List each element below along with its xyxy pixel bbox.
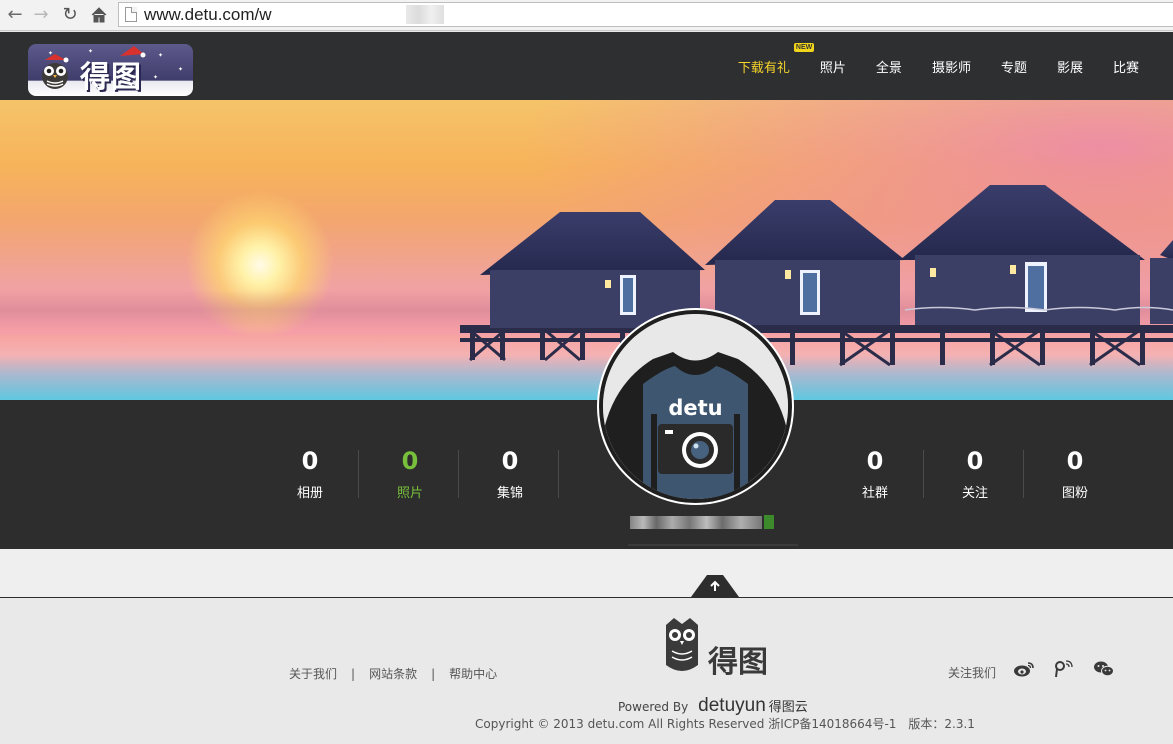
stat-fans[interactable]: 0 图粉	[1025, 444, 1125, 501]
reload-icon[interactable]: ↻	[59, 4, 81, 26]
footer-link-terms[interactable]: 网站条款	[369, 665, 417, 682]
powered-by: Powered By detuyun 得图云	[618, 695, 808, 717]
url-text[interactable]: www.detu.com/w	[144, 5, 272, 25]
stat-albums[interactable]: 0 相册	[260, 444, 360, 501]
stat-groups[interactable]: 0 社群	[825, 444, 925, 501]
divider	[458, 450, 459, 498]
nav-exhibitions[interactable]: 影展	[1057, 57, 1083, 76]
site-logo[interactable]: ✦ ✦ ✦ ✦ ✦ 得图	[28, 44, 193, 96]
wechat-icon[interactable]	[1093, 660, 1115, 678]
main-nav: 下载有礼 NEW 照片 全景 摄影师 专题 影展 比赛	[708, 32, 1173, 100]
stat-label: 照片	[396, 486, 423, 501]
santa-hat-icon	[120, 46, 146, 58]
stat-value: 0	[401, 447, 419, 475]
divider	[558, 450, 559, 498]
new-badge: NEW	[793, 42, 815, 52]
copyright-text: Copyright © 2013 detu.com All Rights Res…	[475, 717, 975, 731]
page-icon	[125, 7, 137, 22]
stat-value: 0	[966, 447, 984, 475]
logo-text: 得图	[80, 60, 142, 95]
follow-us-label: 关注我们	[948, 666, 997, 680]
nav-photographers[interactable]: 摄影师	[932, 57, 971, 76]
nav-topics[interactable]: 专题	[1001, 57, 1027, 76]
back-arrow-icon[interactable]: ←	[4, 4, 26, 26]
profile-cover-image	[0, 100, 1173, 400]
username-underline	[628, 544, 798, 546]
stat-value: 0	[866, 447, 884, 475]
profile-stats-bar: 0 相册 0 照片 0 集锦 0 社群 0 关注 0 图粉	[0, 400, 1173, 549]
footer-links: 关于我们 | 网站条款 | 帮助中心	[289, 665, 498, 682]
owl-icon	[42, 54, 69, 89]
divider	[1023, 450, 1024, 498]
url-redacted	[406, 5, 444, 24]
stat-collections[interactable]: 0 集锦	[460, 444, 560, 501]
stat-label: 相册	[296, 486, 323, 501]
nav-photos[interactable]: 照片	[820, 57, 846, 76]
stat-label: 集锦	[496, 486, 523, 501]
home-icon[interactable]	[88, 4, 110, 26]
browser-toolbar: ← → ↻ www.detu.com/w	[0, 0, 1173, 31]
footer-link-help[interactable]: 帮助中心	[449, 665, 497, 682]
divider	[923, 450, 924, 498]
nav-contests[interactable]: 比赛	[1113, 57, 1139, 76]
divider	[358, 450, 359, 498]
weibo-icon[interactable]	[1013, 660, 1035, 678]
stat-label: 社群	[861, 486, 888, 501]
powered-prefix: Powered By	[618, 700, 689, 714]
back-to-top-button[interactable]	[691, 573, 739, 597]
forward-arrow-icon[interactable]: →	[30, 4, 52, 26]
stat-value: 0	[501, 447, 519, 475]
stat-following[interactable]: 0 关注	[925, 444, 1025, 501]
content-area	[0, 549, 1173, 597]
username-redacted	[630, 513, 780, 531]
nav-label: 下载有礼	[737, 60, 790, 76]
water-villas-illustration	[460, 185, 1173, 367]
nav-panorama[interactable]: 全景	[876, 57, 902, 76]
nav-download-gift[interactable]: 下载有礼 NEW	[737, 42, 815, 76]
powered-brand-cn: 得图云	[768, 700, 808, 715]
powered-brand[interactable]: detuyun	[698, 695, 766, 717]
site-header: ✦ ✦ ✦ ✦ ✦ 得图 下载有礼 NEW 照片 全景 摄影师 专题 影展 比赛	[0, 32, 1173, 100]
stat-value: 0	[301, 447, 319, 475]
address-bar[interactable]: www.detu.com/w	[118, 2, 1173, 27]
avatar-text: detu	[668, 396, 723, 420]
tencent-weibo-icon[interactable]	[1053, 660, 1075, 678]
stat-label: 图粉	[1061, 486, 1088, 501]
avatar[interactable]: detu	[599, 310, 792, 503]
stat-value: 0	[1066, 447, 1084, 475]
stat-photos[interactable]: 0 照片	[360, 444, 460, 501]
stat-label: 关注	[961, 486, 988, 501]
footer-link-about[interactable]: 关于我们	[289, 665, 337, 682]
footer-logo-text: 得图	[708, 645, 768, 680]
